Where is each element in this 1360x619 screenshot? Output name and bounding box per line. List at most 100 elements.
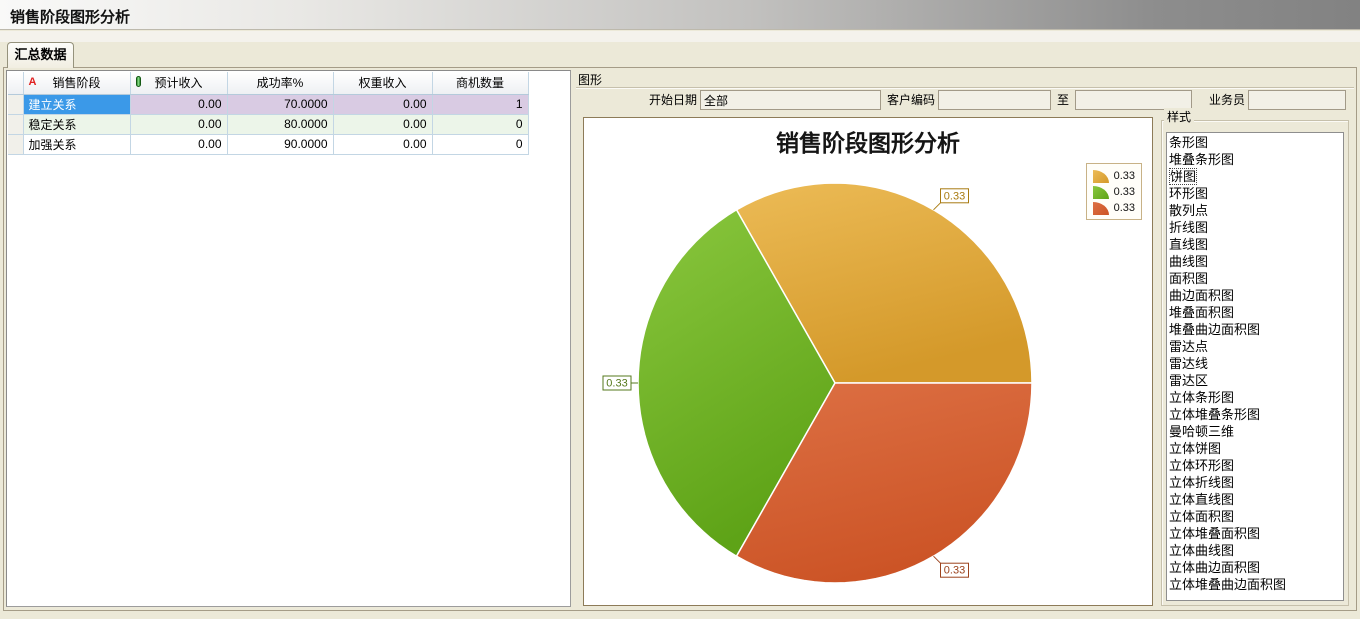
- style-option[interactable]: 堆叠面积图: [1167, 304, 1343, 321]
- style-option[interactable]: 立体直线图: [1167, 491, 1343, 508]
- table-cell[interactable]: 建立关系: [23, 94, 130, 114]
- style-option[interactable]: 条形图: [1167, 134, 1343, 151]
- customer-code-input[interactable]: [938, 90, 1051, 110]
- legend-item: 0.33: [1093, 200, 1135, 216]
- content-panel: A销售阶段预计收入成功率%权重收入商机数量建立关系0.0070.00000.00…: [3, 67, 1357, 611]
- legend-item: 0.33: [1093, 168, 1135, 184]
- table-cell[interactable]: 0: [432, 114, 528, 134]
- window-title-bar: 销售阶段图形分析: [0, 0, 1360, 30]
- column-header-label: 商机数量: [456, 76, 504, 90]
- style-option[interactable]: 立体堆叠面积图: [1167, 525, 1343, 542]
- style-option[interactable]: 曲边面积图: [1167, 287, 1343, 304]
- table-cell[interactable]: 0.00: [333, 114, 432, 134]
- table-cell[interactable]: 稳定关系: [23, 114, 130, 134]
- style-option[interactable]: 堆叠曲边面积图: [1167, 321, 1343, 338]
- legend-value: 0.33: [1114, 170, 1135, 182]
- graph-group-label: 图形: [578, 71, 602, 88]
- style-option[interactable]: 立体曲边面积图: [1167, 559, 1343, 576]
- table-cell[interactable]: 0.00: [333, 134, 432, 154]
- group-separator: [576, 87, 1354, 89]
- style-group: 条形图堆叠条形图饼图环形图散列点折线图直线图曲线图面积图曲边面积图堆叠面积图堆叠…: [1161, 120, 1349, 606]
- column-header-1[interactable]: 预计收入: [130, 72, 227, 94]
- data-label-connector: [934, 556, 941, 563]
- data-label-value: 0.33: [944, 190, 965, 202]
- salesman-label: 业务员: [1201, 90, 1245, 110]
- text-column-icon: A: [29, 76, 37, 88]
- style-option[interactable]: 立体环形图: [1167, 457, 1343, 474]
- top-strip: [0, 31, 1360, 42]
- style-option[interactable]: 立体面积图: [1167, 508, 1343, 525]
- style-group-label: 样式: [1164, 108, 1194, 125]
- style-option[interactable]: 立体曲线图: [1167, 542, 1343, 559]
- data-label-value: 0.33: [944, 565, 965, 577]
- style-option[interactable]: 面积图: [1167, 270, 1343, 287]
- row-indicator[interactable]: [8, 114, 23, 134]
- style-option[interactable]: 立体饼图: [1167, 440, 1343, 457]
- legend-swatch-slice-red: [1093, 202, 1109, 215]
- column-header-label: 权重收入: [358, 76, 406, 90]
- style-option[interactable]: 饼图: [1167, 168, 1343, 185]
- table-cell[interactable]: 70.0000: [227, 94, 333, 114]
- table-row[interactable]: 稳定关系0.0080.00000.000: [8, 114, 528, 134]
- style-option[interactable]: 曼哈顿三维: [1167, 423, 1343, 440]
- table-cell[interactable]: 0.00: [130, 114, 227, 134]
- data-label-connector: [934, 203, 941, 210]
- row-indicator[interactable]: [8, 94, 23, 114]
- start-date-input[interactable]: [700, 90, 881, 110]
- legend-value: 0.33: [1114, 186, 1135, 198]
- table-row[interactable]: 加强关系0.0090.00000.000: [8, 134, 528, 154]
- customer-code-label: 客户编码: [879, 90, 935, 110]
- style-option[interactable]: 散列点: [1167, 202, 1343, 219]
- to-label: 至: [1053, 90, 1069, 110]
- style-option[interactable]: 立体堆叠条形图: [1167, 406, 1343, 423]
- column-header-4[interactable]: 商机数量: [432, 72, 528, 94]
- table-cell[interactable]: 0: [432, 134, 528, 154]
- customer-code-to-input[interactable]: [1075, 90, 1192, 110]
- style-option[interactable]: 直线图: [1167, 236, 1343, 253]
- table-cell[interactable]: 90.0000: [227, 134, 333, 154]
- table-cell[interactable]: 0.00: [333, 94, 432, 114]
- table-row[interactable]: 建立关系0.0070.00000.001: [8, 94, 528, 114]
- style-option[interactable]: 雷达线: [1167, 355, 1343, 372]
- start-date-label: 开始日期: [641, 90, 697, 110]
- row-indicator-header: [8, 72, 23, 94]
- chart-title: 销售阶段图形分析: [584, 124, 1152, 158]
- legend-swatch-slice-orange: [1093, 170, 1109, 183]
- row-indicator[interactable]: [8, 134, 23, 154]
- column-header-label: 成功率%: [257, 76, 304, 90]
- legend-swatch-slice-green: [1093, 186, 1109, 199]
- style-option[interactable]: 折线图: [1167, 219, 1343, 236]
- legend-value: 0.33: [1114, 202, 1135, 214]
- style-option[interactable]: 雷达区: [1167, 372, 1343, 389]
- window-title: 销售阶段图形分析: [10, 6, 130, 27]
- salesman-input[interactable]: [1248, 90, 1346, 110]
- style-option[interactable]: 曲线图: [1167, 253, 1343, 270]
- table-cell[interactable]: 80.0000: [227, 114, 333, 134]
- legend-item: 0.33: [1093, 184, 1135, 200]
- style-option[interactable]: 堆叠条形图: [1167, 151, 1343, 168]
- summary-table-panel: A销售阶段预计收入成功率%权重收入商机数量建立关系0.0070.00000.00…: [6, 70, 571, 607]
- data-label-value: 0.33: [606, 378, 627, 390]
- column-header-0[interactable]: A 销售阶段: [23, 72, 130, 94]
- table-cell[interactable]: 加强关系: [23, 134, 130, 154]
- style-option[interactable]: 雷达点: [1167, 338, 1343, 355]
- column-header-2[interactable]: 成功率%: [227, 72, 333, 94]
- style-option[interactable]: 立体条形图: [1167, 389, 1343, 406]
- tab-summary-data-label: 汇总数据: [14, 47, 66, 62]
- style-option[interactable]: 立体折线图: [1167, 474, 1343, 491]
- table-cell[interactable]: 0.00: [130, 94, 227, 114]
- chart-style-listbox[interactable]: 条形图堆叠条形图饼图环形图散列点折线图直线图曲线图面积图曲边面积图堆叠面积图堆叠…: [1166, 132, 1344, 601]
- column-header-label: 预计收入: [154, 76, 202, 90]
- selected-style-focus: 饼图: [1169, 168, 1197, 185]
- tab-summary-data[interactable]: 汇总数据: [7, 42, 74, 68]
- table-cell[interactable]: 0.00: [130, 134, 227, 154]
- style-option[interactable]: 立体堆叠曲边面积图: [1167, 576, 1343, 593]
- column-header-3[interactable]: 权重收入: [333, 72, 432, 94]
- style-option[interactable]: 环形图: [1167, 185, 1343, 202]
- column-header-label: 销售阶段: [52, 76, 100, 90]
- sales-stage-table: A销售阶段预计收入成功率%权重收入商机数量建立关系0.0070.00000.00…: [8, 72, 529, 155]
- numeric-column-icon: [136, 76, 141, 87]
- table-cell[interactable]: 1: [432, 94, 528, 114]
- chart-area: 0.33 0.33 0.33 销售阶段图形分析 0.33 0.33 0.33: [583, 117, 1153, 606]
- pie-chart: 0.33 0.33 0.33: [584, 118, 1154, 606]
